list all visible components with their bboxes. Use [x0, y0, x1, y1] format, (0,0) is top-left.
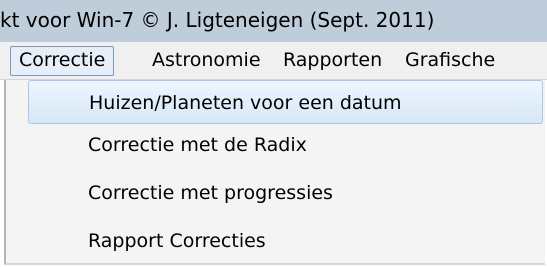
menu-rapporten[interactable]: Rapporten — [275, 42, 390, 79]
dropdown-item-huizen-planeten[interactable]: Huizen/Planeten voor een datum — [28, 80, 543, 124]
dropdown-item-correctie-radix[interactable]: Correctie met de Radix — [6, 123, 545, 167]
menu-correctie[interactable]: Correctie — [10, 46, 115, 76]
dropdown-item-correctie-progressies[interactable]: Correctie met progressies — [6, 171, 545, 215]
menu-astronomie[interactable]: Astronomie — [144, 42, 269, 79]
dropdown-item-rapport-correcties[interactable]: Rapport Correcties — [6, 219, 545, 263]
correctie-dropdown-menu: Huizen/Planeten voor een datum Correctie… — [4, 80, 545, 265]
menu-bar: Correctie Astronomie Rapporten Grafische — [0, 42, 547, 80]
window-title-bar: kt voor Win-7 © J. Ligteneigen (Sept. 20… — [0, 0, 547, 42]
menu-grafische[interactable]: Grafische — [397, 42, 503, 79]
window-title: kt voor Win-7 © J. Ligteneigen (Sept. 20… — [0, 8, 435, 32]
